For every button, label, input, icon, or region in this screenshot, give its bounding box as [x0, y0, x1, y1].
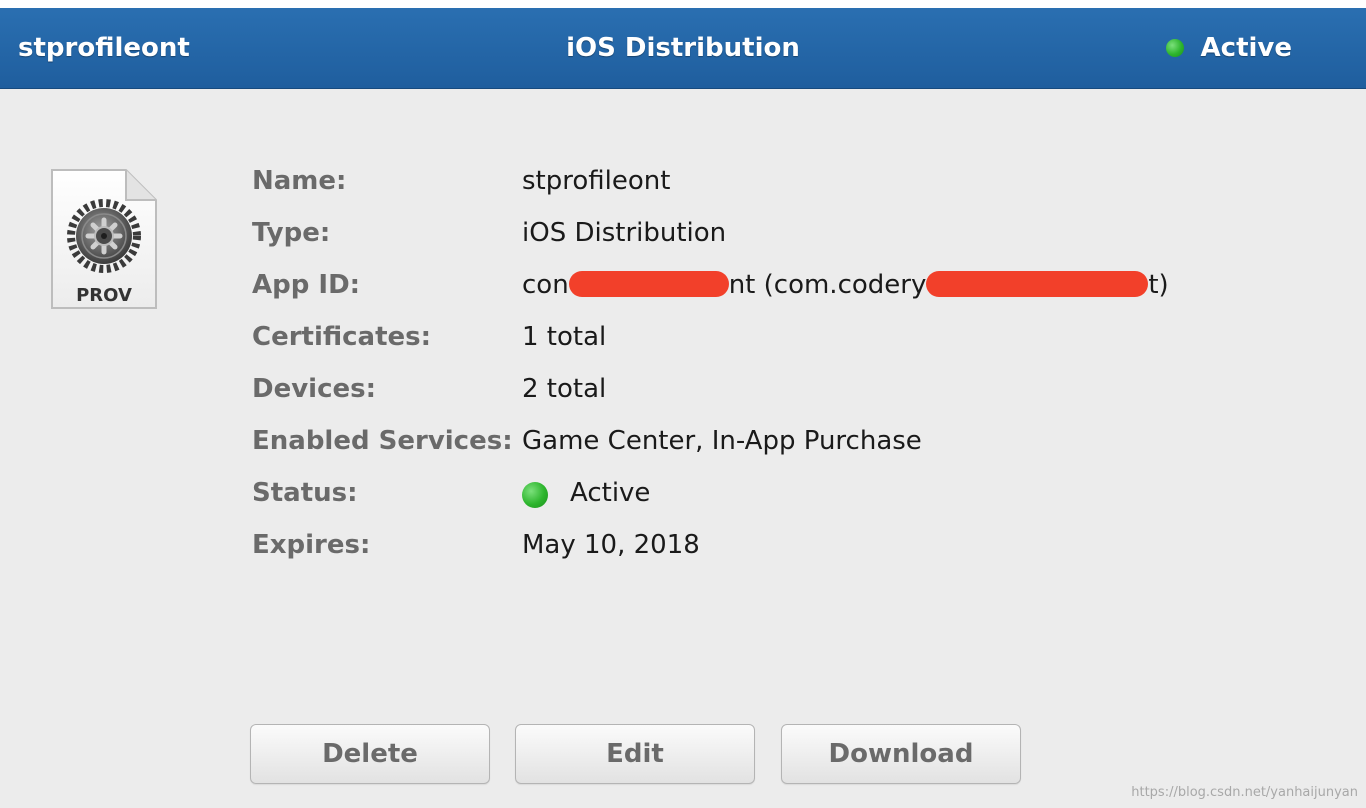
expires-value: May 10, 2018	[522, 530, 700, 560]
app-id-label: App ID:	[252, 270, 361, 300]
app-id-value: con nt (com.codery t)	[522, 267, 1169, 303]
status-value: Active	[570, 478, 651, 508]
edit-button[interactable]: Edit	[515, 724, 755, 784]
devices-label: Devices:	[252, 374, 376, 404]
devices-value: 2 total	[522, 374, 607, 404]
status-label: Status:	[252, 478, 358, 508]
type-label: Type:	[252, 218, 331, 248]
header-status-dot-icon	[1166, 39, 1184, 57]
app-id-prefix: con	[522, 270, 569, 300]
delete-button[interactable]: Delete	[250, 724, 490, 784]
detail-row-expires: Expires: May 10, 2018	[0, 527, 1366, 563]
header-status-text: Active	[1200, 33, 1292, 63]
name-label: Name:	[252, 166, 347, 196]
type-value: iOS Distribution	[522, 218, 727, 248]
bundle-id-redaction-mark	[926, 271, 1149, 297]
detail-row-devices: Devices: 2 total	[0, 371, 1366, 407]
download-button[interactable]: Download	[781, 724, 1021, 784]
expires-label: Expires:	[252, 530, 371, 560]
name-value: stprofileont	[522, 166, 671, 196]
app-id-redaction-mark	[568, 271, 729, 297]
profile-header-bar: stprofileont iOS Distribution Active	[0, 8, 1366, 89]
certificates-label: Certificates:	[252, 322, 432, 352]
detail-row-app-id: App ID: con nt (com.codery t)	[0, 267, 1366, 303]
watermark-text: https://blog.csdn.net/yanhaijunyan	[1131, 785, 1358, 800]
detail-row-name: Name: stprofileont	[0, 163, 1366, 199]
app-id-suffix: t)	[1148, 270, 1169, 300]
enabled-services-value: Game Center, In-App Purchase	[522, 426, 922, 456]
header-profile-type: iOS Distribution	[566, 33, 800, 63]
detail-row-type: Type: iOS Distribution	[0, 215, 1366, 251]
app-id-middle: nt (com.codery	[728, 270, 927, 300]
profile-detail-panel: stprofileont iOS Distribution Active PRO…	[0, 8, 1366, 808]
status-dot-icon	[522, 482, 548, 508]
detail-row-certificates: Certificates: 1 total	[0, 319, 1366, 355]
detail-row-status: Status: Active	[0, 475, 1366, 511]
enabled-services-label: Enabled Services:	[252, 426, 513, 456]
detail-row-enabled-services: Enabled Services: Game Center, In-App Pu…	[0, 423, 1366, 459]
certificates-value: 1 total	[522, 322, 607, 352]
